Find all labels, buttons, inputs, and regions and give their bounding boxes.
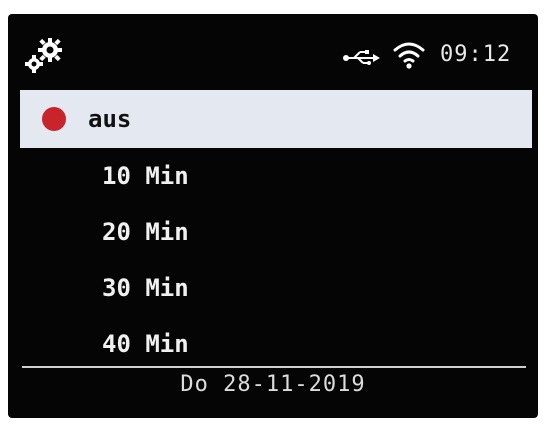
- timer-menu: aus 10 Min 20 Min 30 Min 40 Min: [20, 90, 532, 372]
- device-screen: 09:12 aus 10 Min 20 Min 30 Min 40 Min Do…: [8, 14, 538, 418]
- clock-time: 09:12: [440, 42, 512, 67]
- menu-item-aus[interactable]: aus: [20, 90, 532, 148]
- menu-item-label: 30 Min: [102, 274, 189, 302]
- menu-item-label: 20 Min: [102, 218, 189, 246]
- menu-item-10-min[interactable]: 10 Min: [20, 148, 532, 204]
- footer-date: Do 28-11-2019: [180, 372, 366, 397]
- settings-icon[interactable]: [24, 36, 64, 76]
- menu-item-20-min[interactable]: 20 Min: [20, 204, 532, 260]
- footer-divider: [22, 366, 526, 368]
- usb-icon: [343, 50, 380, 65]
- menu-item-label: 10 Min: [102, 162, 189, 190]
- wifi-icon: [393, 42, 425, 69]
- menu-item-label: aus: [88, 105, 132, 133]
- status-bar: 09:12: [8, 14, 538, 86]
- menu-item-30-min[interactable]: 30 Min: [20, 260, 532, 316]
- record-dot-icon: [42, 107, 66, 131]
- menu-item-40-min[interactable]: 40 Min: [20, 316, 532, 372]
- menu-item-label: 40 Min: [102, 330, 189, 358]
